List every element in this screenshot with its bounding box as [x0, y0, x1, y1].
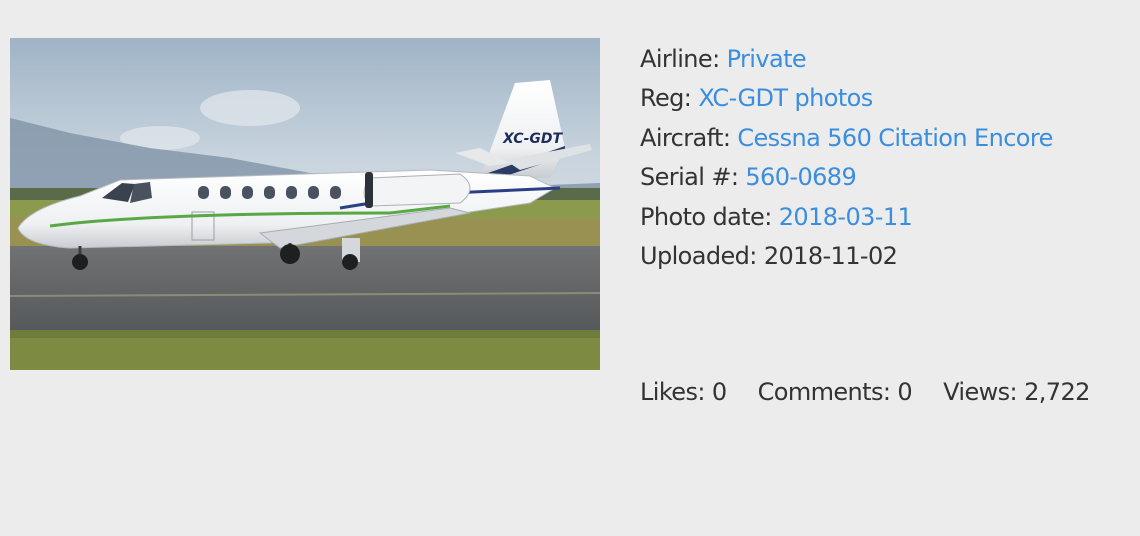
comments-label: Comments: [757, 378, 891, 406]
photo-stats: Likes: 0 Comments: 0 Views: 2,722 [640, 373, 1090, 412]
likes-stat: Likes: 0 [640, 378, 727, 406]
airline-link[interactable]: Private [727, 45, 807, 73]
views-label: Views: [943, 378, 1018, 406]
likes-label: Likes: [640, 378, 705, 406]
uploaded-value: 2018-11-02 [763, 242, 898, 271]
photo-card: XC-GDT Airline: Private Reg: XC-GDT phot… [0, 0, 1140, 536]
aircraft-photo-image: XC-GDT [10, 38, 600, 370]
serial-link[interactable]: 560-0689 [745, 163, 856, 191]
photo-date-row: Photo date: 2018-03-11 [640, 198, 1130, 237]
photo-date-link[interactable]: 2018-03-11 [779, 203, 913, 231]
views-count: 2,722 [1024, 378, 1090, 406]
registration-row: Reg: XC-GDT photos [640, 79, 1130, 118]
serial-row: Serial #: 560-0689 [640, 158, 1130, 197]
airline-row: Airline: Private [640, 40, 1130, 79]
tail-registration: XC-GDT [502, 131, 563, 147]
photo-date-label: Photo date: [640, 202, 772, 231]
aircraft-type-link[interactable]: Cessna 560 Citation Encore [737, 124, 1053, 152]
views-stat: Views: 2,722 [943, 378, 1090, 406]
serial-label: Serial #: [640, 163, 739, 192]
aircraft-row: Aircraft: Cessna 560 Citation Encore [640, 119, 1130, 158]
comments-count: 0 [897, 378, 913, 406]
comments-stat: Comments: 0 [757, 378, 913, 406]
uploaded-label: Uploaded: [640, 242, 757, 271]
aircraft-label: Aircraft: [640, 123, 731, 152]
photo-details: Airline: Private Reg: XC-GDT photos Airc… [640, 40, 1130, 276]
uploaded-row: Uploaded: 2018-11-02 [640, 237, 1130, 276]
registration-label: Reg: [640, 84, 692, 113]
registration-link[interactable]: XC-GDT photos [698, 84, 873, 112]
airline-label: Airline: [640, 45, 720, 73]
likes-count: 0 [711, 378, 727, 406]
aircraft-photo[interactable]: XC-GDT [10, 38, 600, 370]
